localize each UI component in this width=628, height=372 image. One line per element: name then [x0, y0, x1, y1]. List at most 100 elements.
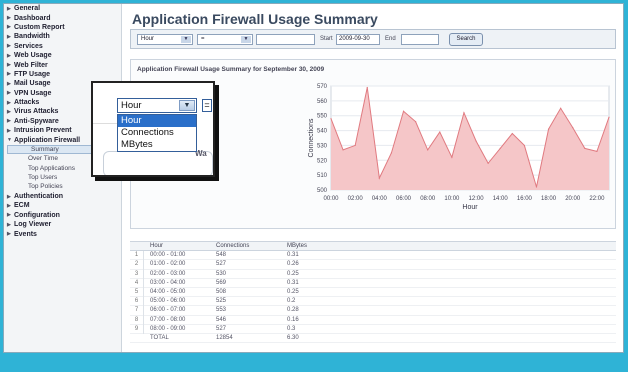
data-point [451, 156, 453, 158]
row-index: 5 [130, 287, 144, 298]
sidebar-item-log-viewer[interactable]: ▶ Log Viewer [4, 220, 121, 229]
x-tick-label: 22:00 [589, 196, 605, 202]
row-hour: 07:00 - 08:00 [150, 316, 186, 323]
sidebar-item-web-usage[interactable]: ▶ Web Usage [4, 51, 121, 60]
triangle-right-icon: ▶ [7, 108, 11, 115]
dropdown-option-mbytes[interactable]: MBytes [118, 139, 196, 151]
sidebar-item-label: Anti-Spyware [14, 117, 59, 125]
data-point [523, 144, 525, 147]
chevron-down-icon[interactable]: ▼ [241, 36, 251, 43]
row-mbytes: 0.31 [287, 279, 299, 286]
data-point [463, 112, 465, 114]
table-row[interactable]: 7 06:00 - 07:00 553 0.28 [130, 306, 616, 316]
data-point [354, 144, 356, 147]
triangle-right-icon: ▶ [7, 52, 11, 59]
end-date-input[interactable] [401, 34, 439, 45]
zoomed-field-select[interactable]: Hour ▼ [117, 98, 197, 113]
row-mbytes: 0.31 [287, 252, 299, 259]
x-tick-label: 14:00 [493, 196, 509, 202]
triangle-right-icon: ▶ [7, 62, 11, 69]
row-mbytes: 0.2 [287, 298, 296, 305]
sidebar-item-label: Web Filter [14, 61, 48, 69]
table-row[interactable]: 9 08:00 - 09:00 527 0.3 [130, 324, 616, 334]
sidebar-item-services[interactable]: ▶ Services [4, 42, 121, 51]
sidebar-item-label: Web Usage [14, 52, 52, 60]
operator-select[interactable]: = ▼ [197, 34, 253, 45]
total-connections: 12854 [216, 334, 233, 341]
x-tick-label: 16:00 [517, 196, 533, 202]
sidebar-item-custom-report[interactable]: ▶ Custom Report [4, 23, 121, 32]
row-mbytes: 0.16 [287, 316, 299, 323]
table-row[interactable]: 4 03:00 - 04:00 569 0.31 [130, 278, 616, 288]
row-index: 4 [130, 278, 144, 288]
row-hour: 03:00 - 04:00 [150, 279, 186, 286]
triangle-down-icon: ▼ [7, 137, 12, 144]
zoomed-operator[interactable]: = [202, 99, 212, 112]
triangle-right-icon: ▶ [7, 221, 11, 228]
y-tick-label: 560 [317, 99, 328, 105]
row-index: 6 [130, 297, 144, 307]
data-point [390, 152, 393, 154]
filter-value-input[interactable] [256, 34, 315, 45]
table-row[interactable]: 5 04:00 - 05:00 508 0.25 [130, 287, 616, 298]
row-mbytes: 0.28 [287, 307, 299, 314]
sidebar-item-dashboard[interactable]: ▶ Dashboard [4, 13, 121, 22]
divider [93, 123, 117, 124]
x-tick-label: 18:00 [541, 196, 557, 202]
data-point [547, 128, 550, 130]
triangle-right-icon: ▶ [7, 127, 11, 134]
sidebar-item-label: Bandwidth [14, 33, 50, 41]
data-point [572, 127, 574, 129]
sidebar-item-label: Intrusion Prevent [14, 127, 72, 135]
sidebar-item-label: General [14, 5, 41, 13]
row-connections: 527 [216, 325, 227, 332]
row-index: 8 [130, 315, 144, 325]
sidebar-item-web-filter[interactable]: ▶ Web Filter [4, 60, 121, 69]
connections-chart: 500 510 520 530 540 550 560 570 00:00 02:00 04:00 0… [301, 80, 617, 225]
triangle-right-icon: ▶ [7, 99, 11, 106]
main-content: Application Firewall Usage Summary Hour … [122, 4, 623, 352]
row-index: 2 [130, 260, 144, 270]
sidebar-item-authentication[interactable]: ▶ Authentication [4, 192, 121, 201]
field-select-value: Hour [141, 36, 155, 42]
row-index: 1 [130, 251, 144, 261]
x-tick-label: 04:00 [372, 196, 388, 202]
dropdown-option-connections[interactable]: Connections [118, 127, 196, 139]
connections-header: Connections [216, 243, 250, 249]
search-button[interactable]: Search [449, 33, 483, 46]
row-connections: 527 [216, 261, 227, 268]
row-connections: 548 [216, 252, 227, 259]
sidebar-item-configuration[interactable]: ▶ Configuration [4, 211, 121, 220]
sidebar-item-label: Services [14, 42, 43, 50]
table-row[interactable]: 1 00:00 - 01:00 548 0.31 [130, 251, 616, 261]
sidebar-item-general[interactable]: ▶ General [4, 4, 121, 13]
usage-table: Hour Connections MBytes 1 00:00 - 01:00 54… [130, 241, 616, 352]
sidebar-item-ftp-usage[interactable]: ▶ FTP Usage [4, 70, 121, 79]
sidebar-item-events[interactable]: ▶ Events [4, 229, 121, 238]
table-row[interactable]: 3 02:00 - 03:00 530 0.25 [130, 269, 616, 279]
start-date-input[interactable]: 2009-09-30 [336, 34, 380, 45]
table-row[interactable]: 2 01:00 - 02:00 527 0.26 [130, 260, 616, 270]
dropdown-option-hour[interactable]: Hour [118, 115, 196, 127]
triangle-right-icon: ▶ [7, 202, 11, 209]
row-mbytes: 0.25 [287, 270, 299, 277]
sidebar-item-label: FTP Usage [14, 70, 51, 78]
zoomed-dropdown-callout: Hour ▼ = Wa Hour Connections MBytes [91, 81, 215, 177]
sidebar-subitem-top-policies[interactable]: Top Policies [4, 182, 121, 191]
data-point [596, 150, 598, 152]
chevron-down-icon[interactable]: ▼ [179, 100, 195, 111]
table-row[interactable]: 6 05:00 - 06:00 525 0.2 [130, 297, 616, 307]
sidebar-item-label: Authentication [14, 193, 63, 200]
row-connections: 546 [216, 316, 227, 323]
chevron-down-icon[interactable]: ▼ [181, 36, 191, 43]
sidebar-item-ecm[interactable]: ▶ ECM [4, 201, 121, 210]
y-tick-label: 550 [317, 114, 328, 120]
x-tick-label: 08:00 [420, 196, 436, 202]
triangle-right-icon: ▶ [7, 118, 11, 125]
data-point [584, 147, 586, 149]
triangle-right-icon: ▶ [7, 71, 11, 78]
row-index: 7 [130, 306, 144, 316]
sidebar-item-bandwidth[interactable]: ▶ Bandwidth [4, 32, 121, 41]
field-select[interactable]: Hour ▼ [137, 34, 193, 45]
table-row[interactable]: 8 07:00 - 08:00 546 0.16 [130, 315, 616, 325]
